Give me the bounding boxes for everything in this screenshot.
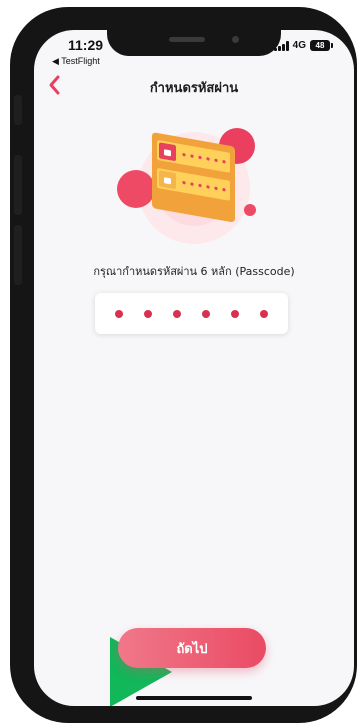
next-button[interactable]: ถัดไป	[118, 628, 266, 668]
status-indicators: 4G 48	[273, 40, 333, 51]
volume-up-button	[14, 155, 22, 215]
battery-icon: 48	[310, 40, 333, 51]
network-type: 4G	[292, 40, 306, 51]
passcode-dot	[144, 309, 152, 318]
passcode-dot	[173, 309, 181, 318]
page-title: กำหนดรหัสผ่าน	[149, 81, 239, 96]
passcode-dot	[202, 309, 210, 318]
signal-icon	[273, 40, 289, 51]
home-indicator	[136, 696, 252, 700]
next-button-label: ถัดไป	[176, 641, 208, 657]
front-camera	[232, 36, 239, 43]
screen: 11:29 ◀ TestFlight 4G 48 กำหนดรหัสผ่าน ก…	[34, 30, 354, 706]
passcode-input[interactable]	[95, 293, 288, 334]
battery-level: 48	[315, 41, 325, 50]
speaker	[169, 37, 205, 42]
passcode-dot	[260, 309, 268, 318]
passcode-dot	[231, 309, 239, 318]
passcode-instruction: กรุณากำหนดรหัสผ่าน 6 หลัก (Passcode)	[93, 265, 295, 278]
padlock-passcode-illustration	[117, 128, 256, 244]
mute-switch	[14, 95, 22, 125]
back-to-app-link[interactable]: ◀ TestFlight	[52, 56, 100, 67]
notch	[107, 30, 281, 56]
passcode-dot	[115, 309, 123, 318]
volume-down-button	[14, 225, 22, 285]
status-time: 11:29	[68, 37, 104, 53]
